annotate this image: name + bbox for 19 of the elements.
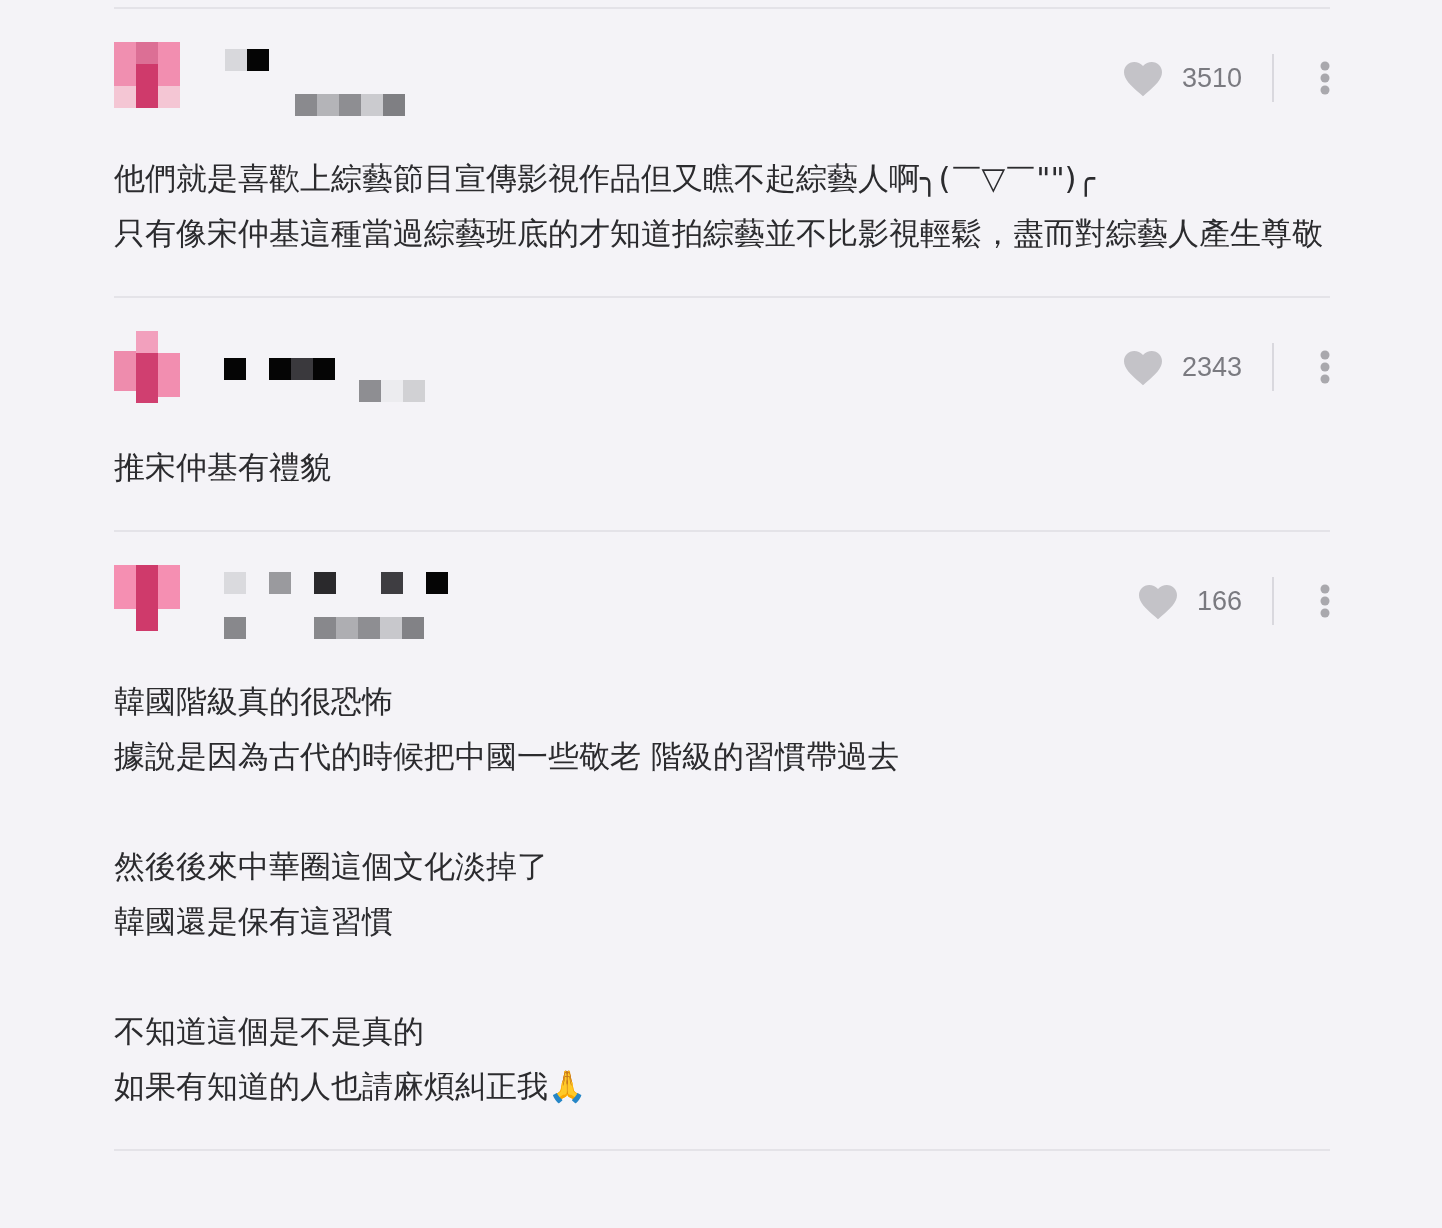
- more-icon[interactable]: [1320, 584, 1330, 618]
- comment-text: 只有像宋仲基這種當過綜藝班底的才知道拍綜藝並不比影視輕鬆，盡而對綜藝人產生尊敬: [114, 214, 1324, 253]
- heart-icon[interactable]: [1121, 59, 1164, 97]
- comment-text: 如果有知道的人也請麻煩糾正我🙏: [114, 1067, 587, 1106]
- like-count: 3510: [1181, 62, 1242, 94]
- comment-text: 韓國還是保有這習慣: [114, 902, 394, 941]
- more-icon[interactable]: [1320, 61, 1330, 95]
- heart-icon[interactable]: [1136, 582, 1179, 620]
- heart-icon[interactable]: [1121, 348, 1164, 386]
- comment-text: 他們就是喜歡上綜藝節目宣傳影視作品但又瞧不起綜藝人啊╮(￣▽￣"")╭: [114, 159, 1097, 199]
- like-count: 2343: [1181, 351, 1242, 383]
- comment-text: 然後後來中華圈這個文化淡掉了: [114, 847, 549, 886]
- comment-text: 韓國階級真的很恐怖: [114, 682, 394, 721]
- comment-text: 據說是因為古代的時候把中國一些敬老 階級的習慣帶過去: [114, 737, 900, 776]
- like-count: 166: [1196, 585, 1242, 617]
- comment-text: 推宋仲基有禮貌: [114, 448, 332, 487]
- avatar-mosaic: [114, 331, 180, 403]
- comment-text: 不知道這個是不是真的: [114, 1012, 425, 1051]
- more-icon[interactable]: [1320, 350, 1330, 384]
